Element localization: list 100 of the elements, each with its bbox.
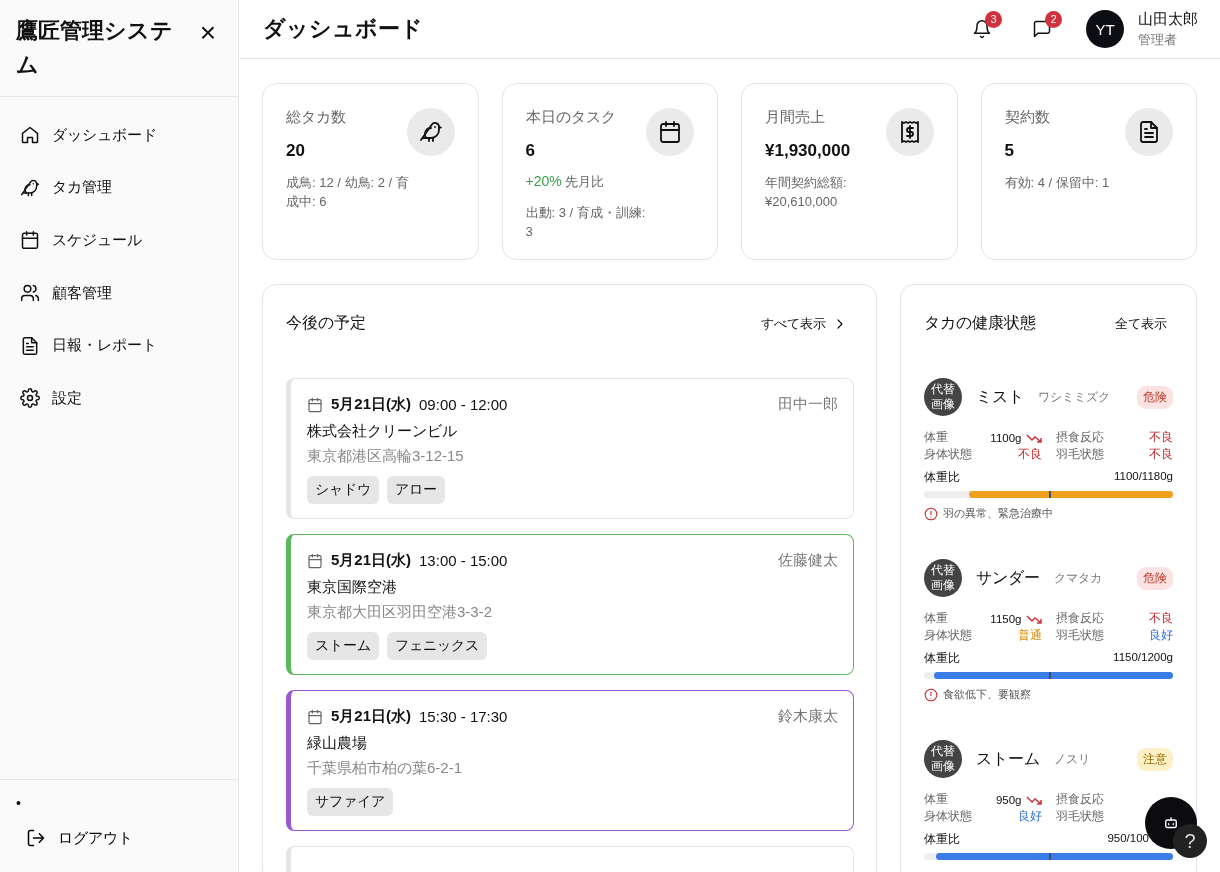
chat-icon bbox=[1032, 19, 1052, 39]
list-bullet: • bbox=[16, 795, 21, 811]
notification-count: 3 bbox=[985, 11, 1002, 28]
event-time: 09:00 - 12:00 bbox=[419, 396, 508, 413]
event-date: 5月21日(水) bbox=[331, 395, 412, 414]
trend-down-icon bbox=[1025, 612, 1042, 625]
field-label: 体重 bbox=[924, 430, 948, 445]
field-label: 摂食反応 bbox=[1055, 792, 1104, 807]
ratio-label: 体重比 bbox=[924, 832, 960, 847]
status-badge: 危険 bbox=[1137, 385, 1173, 409]
hawk-tag: サファイア bbox=[307, 788, 393, 816]
bird-icon bbox=[418, 120, 443, 144]
health-note: 食欲低下、要観察 bbox=[943, 687, 1031, 702]
status-badge: 危険 bbox=[1137, 566, 1173, 590]
user-avatar[interactable]: YT bbox=[1086, 10, 1124, 48]
panel-title: 今後の予定 bbox=[286, 313, 366, 333]
hawk-name: ミスト bbox=[976, 386, 1024, 407]
home-icon bbox=[20, 125, 40, 146]
field-value: 普通 bbox=[1017, 628, 1042, 643]
nav-label: 日報・レポート bbox=[52, 336, 157, 356]
change-label: 先月比 bbox=[565, 174, 605, 189]
field-value: 良好 bbox=[1149, 628, 1173, 643]
nav-item[interactable]: 設定 bbox=[2, 371, 236, 425]
field-value: 不良 bbox=[1149, 611, 1173, 626]
field-value: 良好 bbox=[1017, 809, 1042, 824]
stat-title: 月間売上 bbox=[765, 108, 826, 127]
schedule-item[interactable]: 5月21日(水) 09:00 - 12:00 田中一郎 株式会社クリーンビル 東京都港区高輪3-12-15 シャドウ アロー bbox=[286, 378, 854, 519]
nav-label: タカ管理 bbox=[52, 178, 112, 198]
ratio-value: 950/100 bbox=[1107, 832, 1149, 846]
view-all-link[interactable]: 全て表示 bbox=[1109, 313, 1173, 334]
ratio-label: 体重比 bbox=[924, 470, 960, 485]
target-marker bbox=[1048, 491, 1051, 498]
hawk-species: クマタカ bbox=[1054, 569, 1102, 587]
staff-name: 佐藤健太 bbox=[778, 551, 838, 570]
nav-item[interactable]: ダッシュボード bbox=[2, 109, 236, 162]
nav-label: スケジュール bbox=[52, 231, 142, 250]
ratio-value: 1150/1200g bbox=[1113, 651, 1173, 665]
field-value: 不良 bbox=[1149, 447, 1173, 462]
weight-value: 1100g bbox=[990, 431, 1022, 444]
event-time: 15:30 - 17:30 bbox=[419, 708, 508, 725]
users-icon bbox=[20, 283, 40, 304]
field-label: 羽毛状態 bbox=[1055, 447, 1104, 462]
client-address: 東京都港区高輪3-12-15 bbox=[307, 447, 465, 466]
schedule-item[interactable]: 5月21日(水) 15:30 - 17:30 鈴木康太 緑山農場 千葉県柏市柏の葉6-2-1 サファイア bbox=[286, 690, 854, 831]
stat-detail: 出動: 3 / 育成・訓練: 3 bbox=[525, 204, 647, 241]
nav-label: 設定 bbox=[52, 388, 82, 408]
document-icon bbox=[20, 335, 40, 356]
status-badge: 注意 bbox=[1137, 747, 1173, 771]
calendar-icon bbox=[307, 396, 323, 413]
nav-item[interactable]: 日報・レポート bbox=[2, 319, 236, 372]
field-label: 体重 bbox=[924, 792, 948, 807]
avatar-alt-text: 代替画像 bbox=[930, 563, 956, 593]
page-title: ダッシュボード bbox=[263, 15, 424, 43]
field-label: 身体状態 bbox=[924, 628, 972, 643]
alert-icon bbox=[924, 506, 938, 521]
avatar-alt-text: 代替画像 bbox=[930, 382, 956, 412]
bird-icon bbox=[20, 177, 40, 198]
field-label: 身体状態 bbox=[924, 809, 972, 824]
hawk-species: ワシミミズク bbox=[1038, 388, 1110, 406]
stat-value: 20 bbox=[286, 141, 306, 161]
view-all-link[interactable]: すべて表示 bbox=[755, 313, 854, 334]
client-name: 緑山農場 bbox=[307, 734, 368, 753]
trend-down-icon bbox=[1025, 793, 1042, 806]
nav-label: 顧客管理 bbox=[52, 283, 112, 303]
event-date: 5月21日(水) bbox=[331, 551, 412, 570]
avatar-alt-text: 代替画像 bbox=[930, 744, 956, 774]
calendar-icon bbox=[307, 708, 323, 725]
nav-item[interactable]: スケジュール bbox=[2, 214, 236, 267]
field-label: 摂食反応 bbox=[1055, 611, 1104, 626]
weight-value: 950g bbox=[995, 793, 1022, 806]
change-value: +20% bbox=[525, 173, 562, 189]
health-note: 羽の異常、緊急治療中 bbox=[943, 506, 1053, 521]
nav-item[interactable]: 顧客管理 bbox=[2, 266, 236, 320]
field-value: 不良 bbox=[1149, 430, 1173, 445]
ratio-value: 1100/1180g bbox=[1113, 470, 1173, 484]
staff-name: 田中一郎 bbox=[778, 395, 838, 414]
nav-item[interactable]: タカ管理 bbox=[2, 161, 236, 215]
client-address: 東京都大田区羽田空港3-3-2 bbox=[307, 603, 494, 622]
stat-detail: 有効: 4 / 保留中: 1 bbox=[1004, 174, 1111, 192]
user-role: 管理者 bbox=[1138, 30, 1178, 49]
stat-detail: 成鳥: 12 / 幼鳥: 2 / 育成中: 6 bbox=[286, 174, 410, 211]
user-name: 山田太郎 bbox=[1138, 9, 1198, 29]
calendar-icon bbox=[658, 120, 682, 144]
hawk-tag: ストーム bbox=[307, 632, 379, 660]
calendar-icon bbox=[307, 552, 323, 569]
client-name: 東京国際空港 bbox=[307, 578, 398, 597]
hawk-name: ストーム bbox=[976, 748, 1040, 769]
field-label: 身体状態 bbox=[924, 447, 972, 462]
stat-value: 6 bbox=[525, 141, 536, 161]
target-marker bbox=[1048, 853, 1051, 860]
logout-button[interactable]: ログアウト bbox=[16, 812, 143, 848]
weight-value: 1150g bbox=[990, 612, 1022, 625]
schedule-item[interactable]: 5月21日(水) 13:00 - 15:00 佐藤健太 東京国際空港 東京都大田区羽田空港3-3-2 ストーム フェニックス bbox=[286, 534, 854, 675]
hawk-tag: フェニックス bbox=[387, 632, 487, 660]
hawk-species: ノスリ bbox=[1054, 750, 1090, 768]
logout-icon bbox=[26, 828, 46, 848]
close-button[interactable]: × bbox=[193, 19, 222, 47]
client-address: 千葉県柏市柏の葉6-2-1 bbox=[307, 759, 464, 778]
hawk-tag: シャドウ bbox=[307, 476, 379, 504]
trend-down-icon bbox=[1025, 431, 1042, 444]
